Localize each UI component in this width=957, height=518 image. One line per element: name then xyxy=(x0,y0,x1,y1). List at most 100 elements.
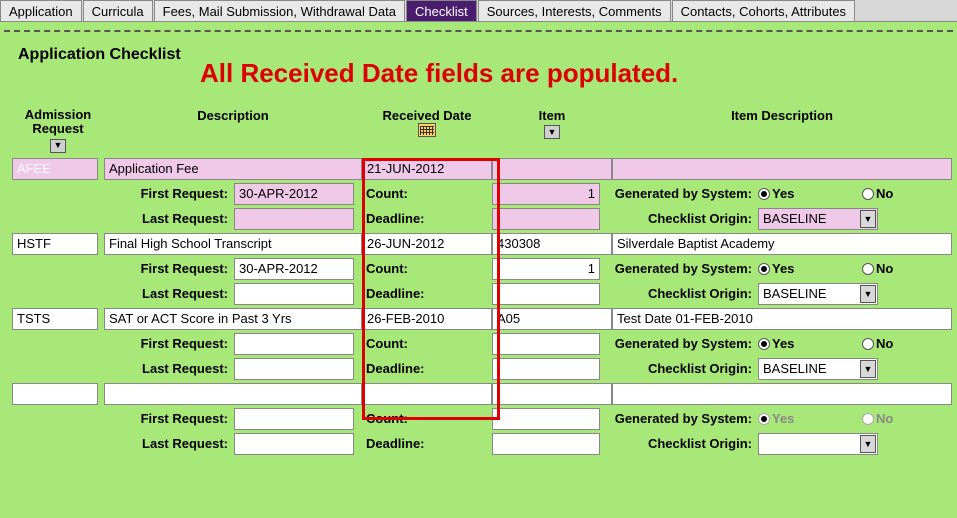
tab-checklist[interactable]: Checklist xyxy=(406,0,477,21)
column-headers: Admission Request ▼ Description Received… xyxy=(12,106,945,155)
checklist-subrow-2: Last Request:Deadline:Checklist Origin:B… xyxy=(12,283,945,305)
deadline-label: Deadline: xyxy=(362,211,492,226)
last-request-label: Last Request: xyxy=(104,361,234,376)
checklist-subrow-1: First Request: Count: Generated by System:… xyxy=(12,408,945,430)
chevron-down-icon: ▼ xyxy=(860,360,876,378)
first-request-input[interactable] xyxy=(234,258,354,280)
first-request-label: First Request: xyxy=(104,261,234,276)
deadline-label: Deadline: xyxy=(362,361,492,376)
calendar-icon[interactable] xyxy=(418,123,436,137)
last-request-label: Last Request: xyxy=(104,436,234,451)
generated-no-radio[interactable]: No xyxy=(862,261,954,276)
separator xyxy=(4,22,953,32)
count-label: Count: xyxy=(362,261,492,276)
item-dropdown[interactable]: ▼ xyxy=(544,125,560,139)
count-label: Count: xyxy=(362,336,492,351)
first-request-label: First Request: xyxy=(104,411,234,426)
admission-request-dropdown[interactable]: ▼ xyxy=(50,139,66,153)
last-request-label: Last Request: xyxy=(104,211,234,226)
checklist-row xyxy=(12,308,945,330)
col-description: Description xyxy=(104,106,362,155)
annotation-text: All Received Date fields are populated. xyxy=(200,58,678,89)
count-input[interactable] xyxy=(492,258,600,280)
count-label: Count: xyxy=(362,411,492,426)
first-request-input[interactable] xyxy=(234,408,354,430)
tab-bar: ApplicationCurriculaFees, Mail Submissio… xyxy=(0,0,957,22)
checklist-subrow-2: Last Request: Deadline: Checklist Origin:B… xyxy=(12,208,945,230)
tab-curricula[interactable]: Curricula xyxy=(83,0,153,21)
first-request-label: First Request: xyxy=(104,186,234,201)
content-area: Application Checklist All Received Date … xyxy=(0,32,957,455)
generated-no-radio[interactable]: No xyxy=(862,336,954,351)
checklist-subrow-1: First Request:Count:Generated by System:… xyxy=(12,183,945,205)
item-description-input[interactable] xyxy=(612,158,952,180)
admission-code-input[interactable] xyxy=(12,308,98,330)
admission-code-input[interactable] xyxy=(12,383,98,405)
last-request-label: Last Request: xyxy=(104,286,234,301)
description-input[interactable] xyxy=(104,233,362,255)
count-input[interactable] xyxy=(492,333,600,355)
tab-sources-interests-comments[interactable]: Sources, Interests, Comments xyxy=(478,0,671,21)
generated-by-system-label: Generated by System: xyxy=(604,411,758,426)
item-input[interactable] xyxy=(492,383,612,405)
admission-code-input[interactable] xyxy=(12,233,98,255)
item-description-input[interactable] xyxy=(612,308,952,330)
chevron-down-icon: ▼ xyxy=(860,435,876,453)
admission-code-input[interactable] xyxy=(12,158,98,180)
deadline-input[interactable] xyxy=(492,283,600,305)
last-request-input[interactable] xyxy=(234,433,354,455)
tab-contacts-cohorts-attributes[interactable]: Contacts, Cohorts, Attributes xyxy=(672,0,855,21)
chevron-down-icon: ▼ xyxy=(860,285,876,303)
checklist-subrow-1: First Request:Count:Generated by System:… xyxy=(12,258,945,280)
received-date-input[interactable] xyxy=(362,308,492,330)
checklist-row xyxy=(12,383,945,405)
item-description-input[interactable] xyxy=(612,233,952,255)
received-date-input[interactable] xyxy=(362,233,492,255)
first-request-input[interactable] xyxy=(234,333,354,355)
last-request-input[interactable] xyxy=(234,283,354,305)
checklist-origin-select[interactable]: BASELINE▼ xyxy=(758,283,878,305)
checklist-origin-select[interactable]: BASELINE▼ xyxy=(758,208,878,230)
count-input[interactable] xyxy=(492,183,600,205)
checklist-origin-select[interactable]: BASELINE▼ xyxy=(758,358,878,380)
deadline-label: Deadline: xyxy=(362,286,492,301)
received-date-input[interactable] xyxy=(362,383,492,405)
count-input[interactable] xyxy=(492,408,600,430)
generated-yes-radio[interactable]: Yes xyxy=(758,336,822,351)
received-date-input[interactable] xyxy=(362,158,492,180)
generated-no-radio: No xyxy=(862,411,954,426)
item-input[interactable] xyxy=(492,158,612,180)
item-input[interactable] xyxy=(492,233,612,255)
checklist-origin-label: Checklist Origin: xyxy=(604,211,758,226)
last-request-input[interactable] xyxy=(234,358,354,380)
col-item-description: Item Description xyxy=(612,106,952,155)
col-admission-request: Admission Request ▼ xyxy=(12,106,104,155)
generated-yes-radio[interactable]: Yes xyxy=(758,186,822,201)
description-input[interactable] xyxy=(104,308,362,330)
first-request-label: First Request: xyxy=(104,336,234,351)
deadline-input[interactable] xyxy=(492,358,600,380)
generated-yes-radio[interactable]: Yes xyxy=(758,261,822,276)
checklist-row xyxy=(12,158,945,180)
deadline-input[interactable] xyxy=(492,208,600,230)
item-description-input[interactable] xyxy=(612,383,952,405)
last-request-input[interactable] xyxy=(234,208,354,230)
checklist-subrow-2: Last Request: Deadline: Checklist Origin:B… xyxy=(12,358,945,380)
deadline-label: Deadline: xyxy=(362,436,492,451)
tab-application[interactable]: Application xyxy=(0,0,82,21)
generated-by-system-label: Generated by System: xyxy=(604,186,758,201)
generated-yes-radio: Yes xyxy=(758,411,822,426)
generated-no-radio[interactable]: No xyxy=(862,186,954,201)
description-input[interactable] xyxy=(104,158,362,180)
col-received-date: Received Date xyxy=(362,106,492,155)
tab-fees-mail-submission-withdrawal-data[interactable]: Fees, Mail Submission, Withdrawal Data xyxy=(154,0,405,21)
checklist-subrow-1: First Request:Count:Generated by System:… xyxy=(12,333,945,355)
checklist-subrow-2: Last Request: Deadline: Checklist Origin: ▼ xyxy=(12,433,945,455)
checklist-origin-label: Checklist Origin: xyxy=(604,436,758,451)
checklist-origin-select[interactable]: ▼ xyxy=(758,433,878,455)
item-input[interactable] xyxy=(492,308,612,330)
description-input[interactable] xyxy=(104,383,362,405)
first-request-input[interactable] xyxy=(234,183,354,205)
checklist-origin-label: Checklist Origin: xyxy=(604,361,758,376)
deadline-input[interactable] xyxy=(492,433,600,455)
